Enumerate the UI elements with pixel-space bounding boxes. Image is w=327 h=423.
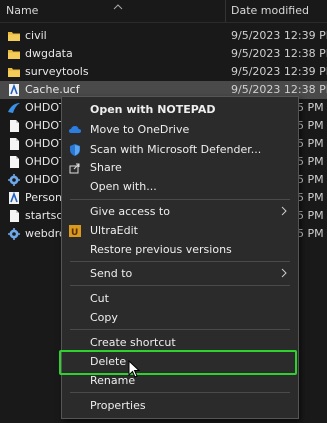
menu-label: Scan with Microsoft Defender... — [90, 143, 262, 156]
file-name: OHDOT — [25, 155, 66, 168]
menu-separator — [70, 199, 290, 200]
file-row[interactable]: civil 9/5/2023 12:39 PM — [0, 27, 327, 45]
menu-label: Cut — [90, 292, 109, 305]
menu-item-cut[interactable]: Cut — [62, 289, 298, 309]
file-name: OHDOT — [25, 173, 66, 186]
file-name: OHDOT — [25, 137, 66, 150]
document-icon — [7, 137, 21, 151]
chevron-right-icon — [281, 206, 287, 216]
menu-separator — [70, 329, 290, 330]
file-name: OHDOT — [25, 101, 66, 114]
file-date-modified: 5 PM — [297, 173, 324, 186]
menu-label: Restore previous versions — [90, 243, 232, 256]
file-date-modified: 5 PM — [297, 191, 324, 204]
menu-item-give-access[interactable]: Give access to — [62, 202, 298, 222]
column-date-header[interactable]: Date modified — [231, 4, 309, 17]
menu-label: Move to OneDrive — [90, 123, 190, 136]
gear-file-icon — [7, 227, 21, 241]
menu-label: UltraEdit — [90, 224, 138, 237]
file-date-modified: 5 PM — [297, 209, 324, 222]
file-date-modified: 5 PM — [297, 119, 324, 132]
menu-separator — [70, 392, 290, 393]
menu-label: Create shortcut — [90, 336, 176, 349]
column-name-header[interactable]: Name — [6, 4, 38, 17]
onedrive-icon — [69, 126, 81, 133]
column-header: Name Date modified — [0, 0, 327, 23]
ucf-file-icon — [7, 191, 21, 205]
menu-item-share[interactable]: Share — [62, 158, 298, 178]
file-name: webdro — [25, 227, 66, 240]
file-name: Cache.ucf — [25, 83, 80, 96]
menu-item-move-to-onedrive[interactable]: Move to OneDrive — [62, 120, 298, 140]
menu-label: Open with NOTEPAD — [90, 103, 216, 116]
menu-item-open-with[interactable]: Open with... — [62, 177, 298, 197]
column-divider[interactable] — [225, 0, 226, 22]
file-date-modified: 5 PM — [297, 227, 324, 240]
file-name: OHDOT — [25, 119, 66, 132]
folder-icon — [7, 29, 21, 43]
menu-item-copy[interactable]: Copy — [62, 308, 298, 328]
menu-item-restore-versions[interactable]: Restore previous versions — [62, 240, 298, 260]
menu-separator — [70, 285, 290, 286]
file-row[interactable]: dwgdata 9/5/2023 12:38 PM — [0, 45, 327, 63]
menu-label: Open with... — [90, 180, 157, 193]
file-date-modified: 9/5/2023 12:38 PM — [231, 83, 327, 96]
share-icon — [69, 163, 80, 174]
folder-icon — [7, 65, 21, 79]
document-icon — [7, 209, 21, 223]
menu-separator — [70, 261, 290, 262]
menu-label: Give access to — [90, 205, 170, 218]
document-icon — [7, 119, 21, 133]
file-date-modified: 5 PM — [297, 101, 324, 114]
file-date-modified: 9/5/2023 12:38 PM — [231, 47, 327, 60]
file-name: dwgdata — [25, 47, 73, 60]
app-shortcut-icon — [7, 101, 21, 115]
folder-icon — [7, 47, 21, 61]
file-date-modified: 5 PM — [297, 137, 324, 150]
mouse-pointer-icon — [128, 360, 141, 378]
menu-item-properties[interactable]: Properties — [62, 396, 298, 416]
document-icon — [7, 155, 21, 169]
defender-shield-icon — [70, 144, 80, 156]
file-date-modified: 9/5/2023 12:39 PM — [231, 65, 327, 78]
menu-item-send-to[interactable]: Send to — [62, 264, 298, 284]
file-name: surveytools — [25, 65, 89, 78]
menu-label: Copy — [90, 311, 118, 324]
file-date-modified: 5 PM — [297, 155, 324, 168]
file-row[interactable]: surveytools 9/5/2023 12:39 PM — [0, 63, 327, 81]
file-name: civil — [25, 29, 47, 42]
menu-label: Send to — [90, 267, 133, 280]
menu-item-scan-defender[interactable]: Scan with Microsoft Defender... — [62, 140, 298, 160]
ultraedit-icon: U — [69, 225, 81, 238]
menu-label: Share — [90, 161, 122, 174]
file-date-modified: 9/5/2023 12:39 PM — [231, 29, 327, 42]
sort-chevron-icon — [113, 4, 123, 10]
menu-item-open-with-notepad[interactable]: Open with NOTEPAD — [62, 100, 298, 120]
menu-item-ultraedit[interactable]: U UltraEdit — [62, 221, 298, 241]
delete-highlight-box — [59, 350, 297, 375]
svg-text:U: U — [71, 228, 78, 238]
gear-file-icon — [7, 173, 21, 187]
menu-label: Properties — [90, 399, 146, 412]
ucf-file-icon — [7, 83, 21, 97]
chevron-right-icon — [281, 268, 287, 278]
